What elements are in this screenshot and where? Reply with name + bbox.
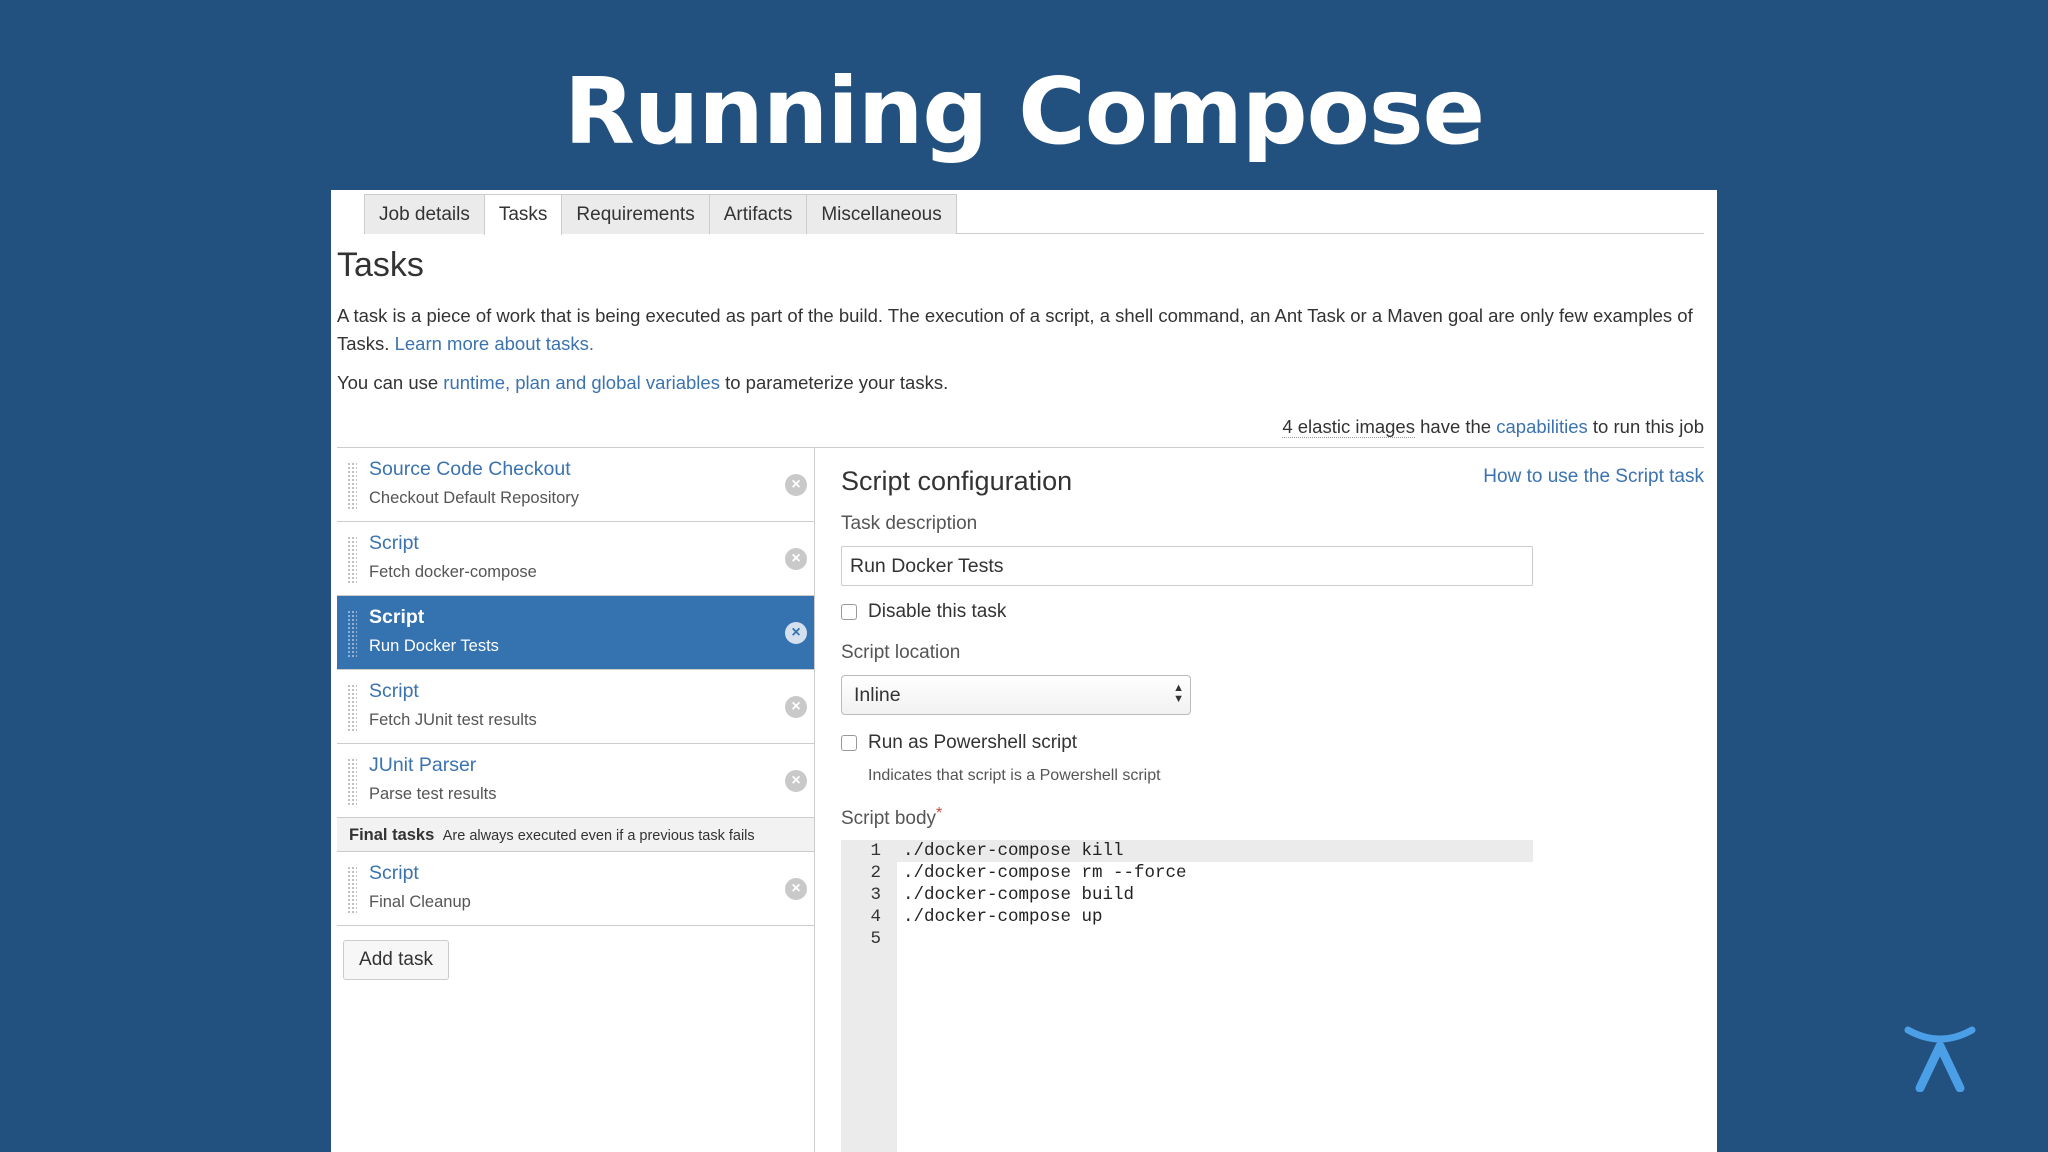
capabilities-link[interactable]: capabilities — [1496, 416, 1588, 437]
required-marker: * — [936, 805, 943, 822]
code-text: ./docker-compose rm --force — [903, 863, 1187, 883]
script-body-label: Script body* — [841, 805, 943, 830]
code-line[interactable]: 4 ./docker-compose up — [841, 906, 1533, 928]
task-title: Script — [369, 680, 419, 702]
close-circle-icon[interactable]: × — [785, 622, 807, 644]
code-line[interactable]: 1 ./docker-compose kill — [841, 840, 1533, 862]
line-number: 5 — [870, 929, 881, 949]
drag-handle-icon[interactable] — [347, 758, 357, 806]
help-link[interactable]: How to use the Script task — [1483, 466, 1704, 488]
code-text: ./docker-compose build — [903, 885, 1135, 905]
close-circle-icon[interactable]: × — [785, 548, 807, 570]
close-circle-icon[interactable]: × — [785, 696, 807, 718]
atlassian-logo-icon — [1904, 1026, 1976, 1092]
elastic-suffix: to run this job — [1592, 416, 1704, 437]
code-line[interactable]: 2 ./docker-compose rm --force — [841, 862, 1533, 884]
line-number: 3 — [870, 885, 881, 905]
script-body-label-text: Script body — [841, 808, 937, 829]
variables-suffix: to parameterize your tasks. — [725, 372, 949, 393]
close-circle-icon[interactable]: × — [785, 770, 807, 792]
drag-handle-icon[interactable] — [347, 610, 357, 658]
select-arrows-icon: ▲ ▼ — [1173, 682, 1184, 705]
elastic-mid: have the — [1420, 416, 1492, 437]
tasks-description: A task is a piece of work that is being … — [337, 302, 1697, 358]
tab-miscellaneous[interactable]: Miscellaneous — [806, 194, 957, 234]
tab-bar: Job details Tasks Requirements Artifacts… — [364, 194, 1704, 235]
drag-handle-icon[interactable] — [347, 462, 357, 510]
task-item-fetch-compose[interactable]: Script Fetch docker-compose × — [337, 522, 815, 596]
task-subtitle: Checkout Default Repository — [369, 489, 580, 507]
variables-link[interactable]: runtime, plan and global variables — [443, 372, 720, 393]
task-item-source-checkout[interactable]: Source Code Checkout Checkout Default Re… — [337, 448, 815, 522]
task-subtitle: Fetch docker-compose — [369, 563, 537, 581]
script-location-label: Script location — [841, 642, 961, 663]
tab-job-details[interactable]: Job details — [364, 194, 485, 234]
drag-handle-icon[interactable] — [347, 684, 357, 732]
task-subtitle: Run Docker Tests — [369, 637, 499, 655]
script-body-editor[interactable]: 1 ./docker-compose kill 2 ./docker-compo… — [841, 840, 1533, 1152]
task-title: Script — [369, 862, 419, 884]
powershell-label: Run as Powershell script — [868, 732, 1078, 753]
code-text: ./docker-compose kill — [903, 841, 1124, 861]
final-tasks-bar: Final tasks Are always executed even if … — [337, 818, 815, 852]
code-line[interactable]: 3 ./docker-compose build — [841, 884, 1533, 906]
disable-task-label: Disable this task — [868, 601, 1007, 622]
tab-requirements[interactable]: Requirements — [561, 194, 710, 234]
task-title: Script — [369, 532, 419, 554]
add-task-button[interactable]: Add task — [343, 940, 449, 980]
task-title: Source Code Checkout — [369, 458, 571, 480]
line-number: 4 — [870, 907, 881, 927]
script-location-value: Inline — [854, 684, 901, 706]
variables-prefix: You can use — [337, 372, 439, 393]
learn-more-link[interactable]: Learn more about tasks. — [395, 333, 595, 354]
line-number: 1 — [870, 841, 881, 861]
bamboo-panel: Job details Tasks Requirements Artifacts… — [331, 190, 1717, 1152]
task-title: Script — [369, 606, 425, 628]
task-subtitle: Final Cleanup — [369, 893, 471, 911]
task-subtitle: Parse test results — [369, 785, 497, 803]
powershell-hint: Indicates that script is a Powershell sc… — [868, 767, 1161, 784]
task-item-run-docker-tests[interactable]: Script Run Docker Tests × — [337, 596, 815, 670]
elastic-count[interactable]: 4 elastic images — [1282, 416, 1415, 438]
powershell-checkbox[interactable] — [841, 735, 857, 751]
slide-title: Running Compose — [563, 58, 1485, 165]
close-circle-icon[interactable]: × — [785, 878, 807, 900]
drag-handle-icon[interactable] — [347, 536, 357, 584]
code-text: ./docker-compose up — [903, 907, 1103, 927]
task-description-label: Task description — [841, 513, 978, 534]
task-description-input[interactable]: Run Docker Tests — [841, 546, 1533, 586]
task-item-fetch-junit[interactable]: Script Fetch JUnit test results × — [337, 670, 815, 744]
task-item-final-cleanup[interactable]: Script Final Cleanup × — [337, 852, 815, 926]
config-title: Script configuration — [841, 466, 1073, 496]
variables-note: You can use runtime, plan and global var… — [337, 372, 948, 394]
final-tasks-note: Are always executed even if a previous t… — [442, 828, 755, 844]
script-location-select[interactable]: Inline ▲ ▼ — [841, 675, 1191, 715]
task-subtitle: Fetch JUnit test results — [369, 711, 537, 729]
drag-handle-icon[interactable] — [347, 866, 357, 914]
task-list: Source Code Checkout Checkout Default Re… — [337, 448, 815, 926]
close-circle-icon[interactable]: × — [785, 474, 807, 496]
line-number: 2 — [870, 863, 881, 883]
page-title: Tasks — [337, 246, 424, 284]
task-title: JUnit Parser — [369, 754, 477, 776]
disable-task-checkbox[interactable] — [841, 604, 857, 620]
task-item-junit-parser[interactable]: JUnit Parser Parse test results × — [337, 744, 815, 818]
elastic-images-note: 4 elastic images have the capabilities t… — [1282, 416, 1704, 438]
column-divider — [814, 448, 815, 1152]
final-tasks-label: Final tasks — [349, 826, 435, 844]
code-line[interactable]: 5 — [841, 928, 1533, 950]
tab-artifacts[interactable]: Artifacts — [708, 194, 808, 234]
tab-tasks[interactable]: Tasks — [483, 194, 563, 235]
